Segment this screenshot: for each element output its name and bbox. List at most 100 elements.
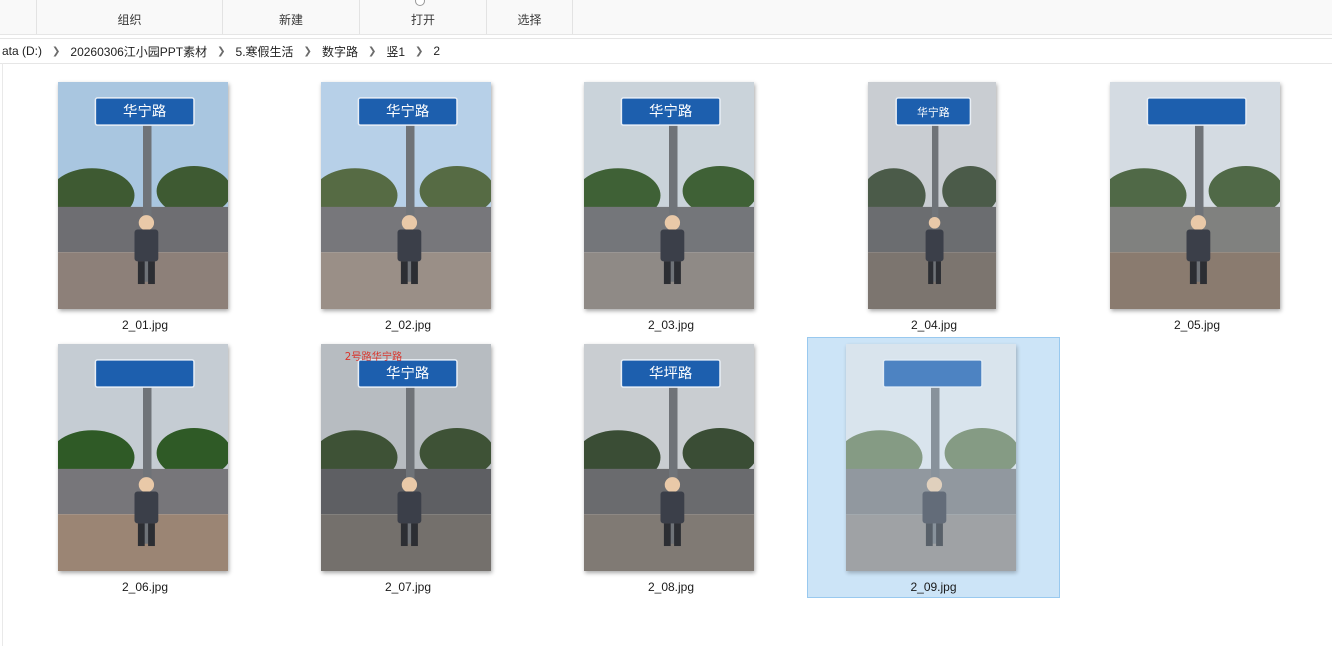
photo-child-body — [134, 229, 159, 262]
photo-thumbnail-image — [846, 344, 1016, 571]
ribbon-group-label: 新建 — [278, 13, 303, 27]
photo-sign-text: 华坪路 — [649, 365, 693, 382]
ribbon: 组织 新建 打开 选择 — [0, 0, 1332, 35]
file-thumbnail — [1110, 82, 1280, 309]
photo-street-sign — [94, 359, 195, 388]
photo-child-leg — [928, 261, 934, 285]
breadcrumb[interactable]: ata (D:) ❯ 20260306江小园PPT素材 ❯ 5.寒假生活 ❯ 数… — [0, 38, 1332, 64]
file-item[interactable]: 2_09.jpg — [807, 337, 1060, 598]
photo-child-body — [397, 229, 422, 262]
photo-child-leg — [674, 261, 681, 285]
file-thumbnail — [58, 344, 228, 571]
photo-child-head — [138, 215, 155, 231]
photo-child-body — [660, 229, 685, 262]
breadcrumb-item-folder[interactable]: 竖1 — [384, 43, 407, 60]
file-thumbnail — [846, 344, 1016, 571]
photo-child-head — [401, 215, 418, 231]
file-name: 2_06.jpg — [121, 580, 169, 594]
photo-thumbnail-image: 华宁路 — [584, 82, 754, 309]
file-name: 2_03.jpg — [647, 318, 695, 332]
ribbon-group-label: 打开 — [410, 13, 435, 27]
file-thumbnail: 华宁路 — [58, 82, 228, 309]
file-item[interactable]: 华宁路 2_01.jpg — [40, 74, 250, 336]
photo-child-leg — [925, 523, 933, 547]
photo-sign-text: 华宁路 — [649, 103, 693, 120]
photo-child-head — [664, 215, 681, 231]
file-thumbnail: 华宁路 — [868, 82, 996, 309]
file-name: 2_04.jpg — [910, 318, 958, 332]
file-name: 2_02.jpg — [384, 318, 432, 332]
file-item[interactable]: 2_05.jpg — [1092, 74, 1302, 336]
breadcrumb-item-current[interactable]: 2 — [431, 44, 442, 58]
photo-child-leg — [1189, 261, 1197, 285]
photo-sign-text: 华宁路 — [386, 365, 430, 382]
photo-child-body — [134, 491, 159, 524]
file-item[interactable]: 华宁路 2_02.jpg — [303, 74, 513, 336]
photo-sign-text: 华宁路 — [386, 103, 430, 120]
file-name: 2_08.jpg — [647, 580, 695, 594]
chevron-right-icon[interactable]: ❯ — [44, 46, 68, 57]
photo-child-leg — [411, 261, 418, 285]
photo-child-leg — [137, 261, 145, 285]
ribbon-group-select[interactable]: 选择 — [487, 0, 573, 34]
photo-child-leg — [1200, 261, 1207, 285]
photo-child-leg — [137, 523, 145, 547]
photo-child-head — [1190, 215, 1207, 231]
file-item[interactable]: 2_06.jpg — [40, 337, 250, 598]
navigation-pane-divider — [2, 63, 3, 646]
photo-child-head — [664, 477, 681, 493]
breadcrumb-item-folder[interactable]: 数字路 — [320, 43, 360, 60]
photo-child-leg — [936, 523, 943, 547]
photo-thumbnail-image — [58, 344, 228, 571]
photo-child-body — [925, 229, 944, 262]
breadcrumb-item-folder[interactable]: 5.寒假生活 — [234, 43, 296, 60]
file-thumbnail: 华坪路 — [584, 344, 754, 571]
photo-child-leg — [411, 523, 418, 547]
photo-child-leg — [674, 523, 681, 547]
photo-child-leg — [148, 261, 155, 285]
file-item[interactable]: 华宁路 2_03.jpg — [566, 74, 776, 336]
file-thumbnail: 华宁路 2号路华宁路 — [321, 344, 491, 571]
photo-child-leg — [935, 261, 941, 285]
photo-child-head — [926, 477, 943, 493]
photo-thumbnail-image: 华宁路 — [868, 82, 996, 309]
photo-thumbnail-image: 华宁路 — [58, 82, 228, 309]
photo-sign-text: 华宁路 — [123, 103, 167, 120]
chevron-right-icon[interactable]: ❯ — [407, 46, 431, 57]
chevron-right-icon[interactable]: ❯ — [296, 46, 320, 57]
photo-thumbnail-image: 华坪路 — [584, 344, 754, 571]
file-name: 2_09.jpg — [910, 580, 957, 594]
photo-child-body — [397, 491, 422, 524]
ribbon-group-label: 组织 — [117, 13, 142, 27]
photo-child-leg — [400, 523, 408, 547]
photo-child-leg — [663, 261, 671, 285]
ribbon-group-label: 选择 — [517, 13, 542, 27]
photo-child-head — [138, 477, 155, 493]
photo-caption-text: 2号路华宁路 — [345, 350, 402, 363]
photo-street-sign — [1146, 97, 1247, 126]
chevron-right-icon[interactable]: ❯ — [209, 46, 233, 57]
photo-child-leg — [148, 523, 155, 547]
photo-child-body — [1186, 229, 1211, 262]
photo-thumbnail-image: 华宁路 2号路华宁路 — [321, 344, 491, 571]
ribbon-group-organize[interactable]: 组织 — [36, 0, 223, 34]
photo-child-head — [928, 216, 941, 229]
photo-child-body — [660, 491, 685, 524]
file-name: 2_05.jpg — [1173, 318, 1221, 332]
photo-street-sign — [882, 359, 983, 388]
file-item[interactable]: 华宁路 2号路华宁路 2_07.jpg — [303, 337, 513, 598]
ribbon-group-open[interactable]: 打开 — [360, 0, 487, 34]
breadcrumb-item-drive[interactable]: ata (D:) — [0, 44, 44, 58]
chevron-right-icon[interactable]: ❯ — [360, 46, 384, 57]
photo-child-head — [401, 477, 418, 493]
photo-child-leg — [663, 523, 671, 547]
file-item[interactable]: 华宁路 2_04.jpg — [829, 74, 1039, 336]
photo-child-leg — [400, 261, 408, 285]
file-thumbnail: 华宁路 — [321, 82, 491, 309]
ribbon-group-new[interactable]: 新建 — [223, 0, 360, 34]
photo-thumbnail-image — [1110, 82, 1280, 309]
file-name: 2_07.jpg — [384, 580, 432, 594]
file-item[interactable]: 华坪路 2_08.jpg — [566, 337, 776, 598]
breadcrumb-item-folder[interactable]: 20260306江小园PPT素材 — [68, 43, 209, 60]
photo-child-body — [922, 491, 947, 524]
